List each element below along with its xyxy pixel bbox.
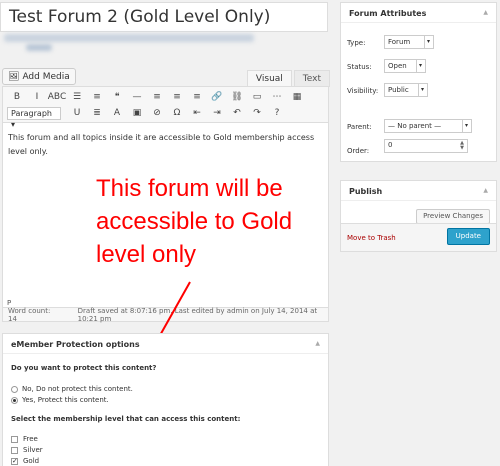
editor-content[interactable]: This forum and all topics inside it are …	[3, 123, 328, 167]
toolbar2-button-2[interactable]: A	[107, 105, 127, 121]
visibility-label: Visibility:	[347, 87, 379, 95]
toolbar-row-2: Paragraph ▾ U ≣ A ▣ ⊘ Ω ⇤ ⇥ ↶ ↷?	[7, 105, 324, 129]
toolbar-button-0[interactable]: B	[7, 89, 27, 105]
toolbar-button-8[interactable]: ≡	[167, 89, 187, 105]
draft-status: Draft saved at 8:07:16 pm. Last edited b…	[77, 306, 318, 323]
protect-question: Do you want to protect this content?	[11, 364, 157, 372]
parent-select[interactable]: — No parent — ▾	[384, 119, 472, 133]
toolbar-button-14[interactable]: ▦	[287, 89, 307, 105]
order-input[interactable]: 0 ▲ ▼	[384, 139, 468, 153]
editor-status-bar: Word count: 14 Draft saved at 8:07:16 pm…	[3, 306, 328, 323]
forum-attributes-box: Forum Attributes ▲ Type: Forum ▾ Status: …	[340, 2, 497, 162]
permalink-edit-blurred	[26, 44, 52, 51]
spinner-icon[interactable]: ▲ ▼	[460, 141, 464, 151]
level-gold[interactable]: ✓ Gold	[11, 457, 39, 465]
checkbox[interactable]	[11, 446, 18, 454]
publish-heading: Publish ▲	[341, 181, 496, 201]
radio-no-protect[interactable]: No, Do not protect this content.	[11, 385, 133, 393]
annotation-text: This forum will be accessible to Gold le…	[96, 175, 293, 268]
toolbar-button-11[interactable]: ⛓	[227, 89, 247, 105]
visibility-select[interactable]: Public ▾	[384, 83, 428, 97]
status-select[interactable]: Open ▾	[384, 59, 426, 73]
level-silver[interactable]: Silver	[11, 446, 43, 454]
emember-heading: eMember Protection options ▲	[3, 334, 328, 354]
collapse-icon[interactable]: ▲	[483, 9, 488, 16]
checkbox[interactable]	[11, 435, 18, 443]
add-media-button[interactable]: 🖼 Add Media	[2, 68, 76, 85]
toolbar-button-9[interactable]: ≡	[187, 89, 207, 105]
toolbar2-button-9[interactable]: ↷	[247, 105, 267, 121]
tab-visual[interactable]: Visual	[246, 70, 292, 87]
toolbar2-button-6[interactable]: ⇤	[187, 105, 207, 121]
collapse-icon[interactable]: ▲	[315, 340, 320, 347]
toolbar-button-2[interactable]: ABC	[47, 89, 67, 105]
toolbar-button-7[interactable]: ≡	[147, 89, 167, 105]
parent-label: Parent:	[347, 123, 372, 131]
toolbar2-button-1[interactable]: ≣	[87, 105, 107, 121]
radio-icon[interactable]	[11, 396, 18, 404]
toolbar-button-1[interactable]: I	[27, 89, 47, 105]
toolbar2-button-10[interactable]: ?	[267, 105, 287, 121]
toolbar-row-1: B I ABC ☰ ≡ ❝ — ≡ ≡ ≡ 🔗 ⛓ ▭ ⋯ ▦	[7, 89, 324, 105]
toolbar2-button-0[interactable]: U	[67, 105, 87, 121]
radio-yes-protect[interactable]: Yes, Protect this content.	[11, 396, 109, 404]
status-label: Status:	[347, 63, 372, 71]
toolbar-button-6[interactable]: —	[127, 89, 147, 105]
word-count: Word count: 14	[8, 306, 51, 323]
format-select[interactable]: Paragraph ▾	[7, 106, 61, 129]
toolbar2-button-8[interactable]: ↶	[227, 105, 247, 121]
checkbox-checked[interactable]: ✓	[11, 457, 18, 465]
toolbar-button-4[interactable]: ≡	[87, 89, 107, 105]
collapse-icon[interactable]: ▲	[483, 187, 488, 194]
title-input[interactable]: Test Forum 2 (Gold Level Only)	[0, 2, 328, 32]
toolbar2-button-4[interactable]: ⊘	[147, 105, 167, 121]
update-button[interactable]: Update	[446, 228, 490, 245]
editor-tabs: Visual Text	[245, 70, 330, 87]
level-select-label: Select the membership level that can acc…	[11, 415, 241, 423]
preview-changes-button[interactable]: Preview Changes	[416, 209, 490, 224]
toolbar-button-10[interactable]: 🔗	[207, 89, 227, 105]
add-media-label: Add Media	[22, 71, 70, 82]
order-label: Order:	[347, 147, 370, 155]
toolbar2-button-3[interactable]: ▣	[127, 105, 147, 121]
media-icon: 🖼	[8, 71, 20, 82]
move-to-trash-link[interactable]: Move to Trash	[347, 234, 396, 242]
toolbar-button-12[interactable]: ▭	[247, 89, 267, 105]
forum-attributes-heading: Forum Attributes ▲	[341, 3, 496, 23]
type-label: Type:	[347, 39, 366, 47]
toolbar2-button-5[interactable]: Ω	[167, 105, 187, 121]
toolbar-button-3[interactable]: ☰	[67, 89, 87, 105]
toolbar-button-13[interactable]: ⋯	[267, 89, 287, 105]
publish-box: Publish ▲ Preview Changes Move to Trash …	[340, 180, 497, 252]
edit-forum-screen: Test Forum 2 (Gold Level Only) 🖼 Add Med…	[0, 0, 500, 466]
editor-toolbar: B I ABC ☰ ≡ ❝ — ≡ ≡ ≡ 🔗 ⛓ ▭ ⋯ ▦ Paragraph ▾ U ≣ A ▣ ⊘ Ω ⇤ ⇥ ↶ ↷…	[3, 87, 328, 129]
radio-icon[interactable]	[11, 385, 18, 393]
permalink-blurred	[4, 34, 254, 42]
emember-protection-box: eMember Protection options ▲ Do you want…	[2, 333, 329, 466]
publish-actions: Move to Trash Update	[341, 223, 496, 251]
tab-text[interactable]: Text	[293, 70, 330, 87]
level-free[interactable]: Free	[11, 435, 38, 443]
toolbar2-button-7[interactable]: ⇥	[207, 105, 227, 121]
type-select[interactable]: Forum ▾	[384, 35, 434, 49]
toolbar-button-5[interactable]: ❝	[107, 89, 127, 105]
